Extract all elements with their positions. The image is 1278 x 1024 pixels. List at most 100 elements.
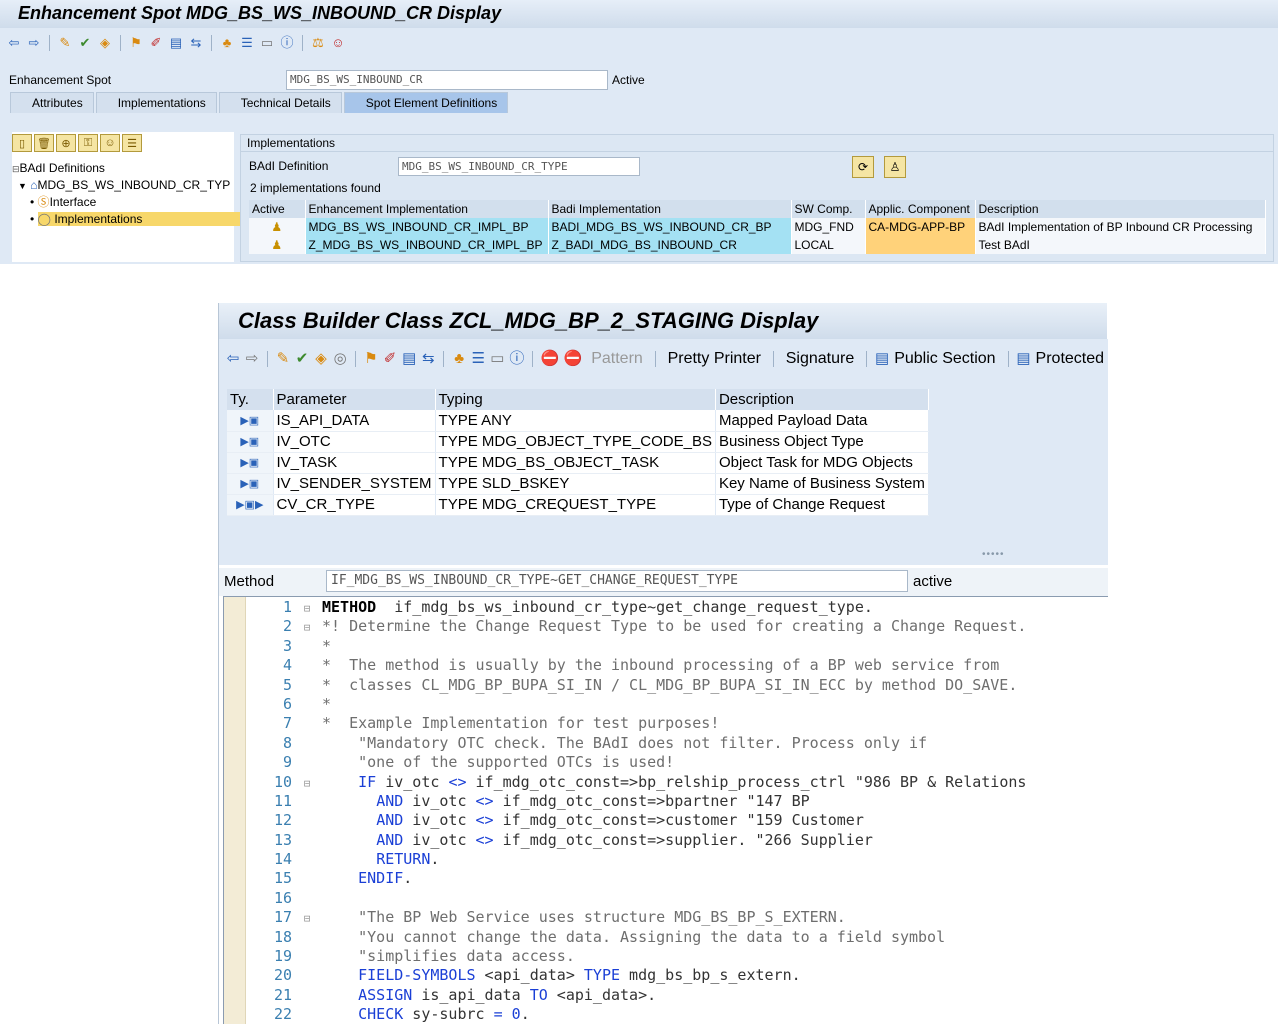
code-line[interactable]: 20 FIELD-SYMBOLS <api_data> TYPE mdg_bs_… [246, 966, 1106, 985]
refresh-button[interactable]: ⟳ [852, 156, 874, 178]
column-header[interactable]: Ty. [227, 389, 274, 410]
edit-object-icon[interactable]: ✐ [148, 35, 164, 51]
check-icon[interactable]: ✔ [77, 35, 93, 51]
display-change-icon[interactable]: ✎ [57, 35, 73, 51]
parameter-name[interactable]: CV_CR_TYPE [273, 494, 436, 516]
fold-toggle-icon[interactable]: ⊟ [292, 599, 322, 618]
badi-impl-cell[interactable]: BADI_MDG_BS_WS_INBOUND_CR_BP [548, 218, 792, 236]
code-line[interactable]: 9 "one of the supported OTCs is used! [246, 753, 1106, 772]
method-field[interactable]: IF_MDG_BS_WS_INBOUND_CR_TYPE~GET_CHANGE_… [326, 570, 908, 592]
code-line[interactable]: 22 CHECK sy-subrc = 0. [246, 1005, 1106, 1024]
fold-toggle-icon[interactable]: ⊟ [292, 618, 322, 637]
back-icon[interactable]: ⇦ [226, 350, 240, 368]
parameter-typing[interactable]: TYPE MDG_CREQUEST_TYPE [435, 494, 716, 516]
pretty-printer-button[interactable]: Pretty Printer [664, 350, 765, 368]
session-breakpoint-icon[interactable]: ⛔ [564, 350, 583, 368]
forward-icon[interactable]: ⇨ [245, 350, 259, 368]
code-line[interactable]: 13 AND iv_otc <> if_mdg_otc_const=>suppl… [246, 831, 1106, 850]
create-implementation-button[interactable]: ♙ [884, 156, 906, 178]
badi-definition-field[interactable]: MDG_BS_WS_INBOUND_CR_TYPE [398, 157, 640, 176]
code-line[interactable]: 1 ⊟ METHOD if_mdg_bs_ws_inbound_cr_type~ge… [246, 598, 1106, 617]
tab-attributes[interactable]: Attributes [10, 92, 94, 113]
fold-toggle-icon[interactable]: ⊟ [292, 774, 322, 793]
key-icon[interactable]: ⚿ [78, 134, 98, 152]
column-header[interactable]: Applic. Component [865, 200, 976, 218]
hierarchy-icon[interactable]: ♣ [219, 35, 235, 51]
info-icon[interactable]: ⓘ [509, 350, 524, 368]
table-row[interactable]: ▶▣▶ CV_CR_TYPE TYPE MDG_CREQUEST_TYPE Ty… [227, 494, 929, 516]
code-line[interactable]: 4 * The method is usually by the inbound … [246, 656, 1106, 675]
protected-section-button[interactable]: Protected [1036, 350, 1108, 368]
parameter-name[interactable]: IV_SENDER_SYSTEM [273, 473, 436, 495]
code-lines[interactable]: 1 ⊟ METHOD if_mdg_bs_ws_inbound_cr_type~ge… [246, 598, 1106, 1024]
enhancement-spot-field[interactable]: MDG_BS_WS_INBOUND_CR [286, 70, 608, 90]
code-line[interactable]: 2 ⊟ *! Determine the Change Request Type t… [246, 617, 1106, 636]
where-used-icon[interactable]: ⚑ [364, 350, 378, 368]
column-header[interactable]: Parameter [273, 389, 436, 410]
code-line[interactable]: 21 ASSIGN is_api_data TO <api_data>. [246, 986, 1106, 1005]
code-line[interactable]: 14 RETURN. [246, 850, 1106, 869]
code-line[interactable]: 18 "You cannot change the data. Assignin… [246, 928, 1106, 947]
signature-button[interactable]: Signature [782, 350, 859, 368]
activate-icon[interactable]: ◈ [97, 35, 113, 51]
window-icon[interactable]: ▭ [259, 35, 275, 51]
table-row[interactable]: ♟ MDG_BS_WS_INBOUND_CR_IMPL_BP BADI_MDG_… [249, 218, 1266, 236]
abap-code-editor[interactable]: 1 ⊟ METHOD if_mdg_bs_ws_inbound_cr_type~ge… [223, 596, 1108, 1024]
tab-technical-details[interactable]: Technical Details [218, 92, 342, 113]
navigation-icon[interactable]: ⇆ [188, 35, 204, 51]
display-change-icon[interactable]: ✎ [276, 350, 290, 368]
object-list-icon[interactable]: ▤ [168, 35, 184, 51]
column-header[interactable]: Description [975, 200, 1266, 218]
parameter-typing[interactable]: TYPE SLD_BSKEY [435, 473, 716, 495]
enhancement-impl-cell[interactable]: Z_MDG_BS_WS_INBOUND_CR_IMPL_BP [305, 236, 549, 254]
list-icon[interactable]: ☰ [122, 134, 142, 152]
pattern-button[interactable]: Pattern [587, 350, 647, 368]
tab-implementations[interactable]: Implementations [95, 92, 217, 113]
column-header[interactable]: SW Comp. [791, 200, 866, 218]
parameter-name[interactable]: IV_OTC [273, 431, 436, 453]
edit-object-icon[interactable]: ✐ [383, 350, 397, 368]
splitter-grip-icon[interactable]: ••••• [982, 549, 1005, 560]
group-icon[interactable]: ☺ [100, 134, 120, 152]
table-row[interactable]: ▶▣ IV_TASK TYPE MDG_BS_OBJECT_TASK Objec… [227, 452, 929, 474]
tree-icon[interactable]: ☰ [471, 350, 485, 368]
tree-implementations-node[interactable]: • ◯ Implementations [12, 211, 260, 228]
code-line[interactable]: 12 AND iv_otc <> if_mdg_otc_const=>custo… [246, 811, 1106, 830]
object-list-icon[interactable]: ▤ [402, 350, 416, 368]
tree-root[interactable]: ⊟BAdI Definitions [12, 160, 234, 177]
tree-badi-node[interactable]: ▼ ⌂MDG_BS_WS_INBOUND_CR_TYP [12, 177, 234, 194]
code-line[interactable]: 11 AND iv_otc <> if_mdg_otc_const=>bpart… [246, 792, 1106, 811]
column-header[interactable]: Description [715, 389, 929, 410]
code-line[interactable]: 17 ⊟ "The BP Web Service uses structure M… [246, 908, 1106, 927]
enhancement-impl-cell[interactable]: MDG_BS_WS_INBOUND_CR_IMPL_BP [305, 218, 549, 236]
delete-icon[interactable]: 🗑 [34, 134, 54, 152]
code-line[interactable]: 7 * Example Implementation for test purpo… [246, 714, 1106, 733]
code-line[interactable]: 5 * classes CL_MDG_BP_BUPA_SI_IN / CL_MDG… [246, 676, 1106, 695]
code-line[interactable]: 3 * [246, 637, 1106, 656]
code-line[interactable]: 8 "Mandatory OTC check. The BAdI does no… [246, 734, 1106, 753]
activate-icon[interactable]: ◈ [314, 350, 328, 368]
code-line[interactable]: 6 * [246, 695, 1106, 714]
code-line[interactable]: 16 [246, 889, 1106, 908]
where-used-icon[interactable]: ⚑ [128, 35, 144, 51]
hierarchy-icon[interactable]: ♣ [452, 350, 466, 368]
new-implementation-icon[interactable]: ⊕ [56, 134, 76, 152]
breakpoint-icon[interactable]: ⛔ [541, 350, 560, 368]
parameter-name[interactable]: IS_API_DATA [273, 410, 436, 432]
code-line[interactable]: 10 ⊟ IF iv_otc <> if_mdg_otc_const=>bp_re… [246, 773, 1106, 792]
compare-icon[interactable]: ⚖ [310, 35, 326, 51]
test-icon[interactable]: ◎ [333, 350, 347, 368]
info-icon[interactable]: ⓘ [279, 35, 295, 51]
create-icon[interactable]: ▯ [12, 134, 32, 152]
check-icon[interactable]: ✔ [295, 350, 309, 368]
code-line[interactable]: 19 "simplifies data access. [246, 947, 1106, 966]
tree-interface-node[interactable]: • ⓈInterface [12, 194, 234, 211]
forward-icon[interactable]: ⇨ [26, 35, 42, 51]
table-row[interactable]: ▶▣ IV_OTC TYPE MDG_OBJECT_TYPE_CODE_BS B… [227, 431, 929, 453]
table-row[interactable]: ▶▣ IS_API_DATA TYPE ANY Mapped Payload D… [227, 410, 929, 432]
table-row[interactable]: ▶▣ IV_SENDER_SYSTEM TYPE SLD_BSKEY Key N… [227, 473, 929, 495]
column-header[interactable]: Badi Implementation [548, 200, 792, 218]
back-icon[interactable]: ⇦ [6, 35, 22, 51]
navigation-icon[interactable]: ⇆ [421, 350, 435, 368]
window-icon[interactable]: ▭ [490, 350, 504, 368]
